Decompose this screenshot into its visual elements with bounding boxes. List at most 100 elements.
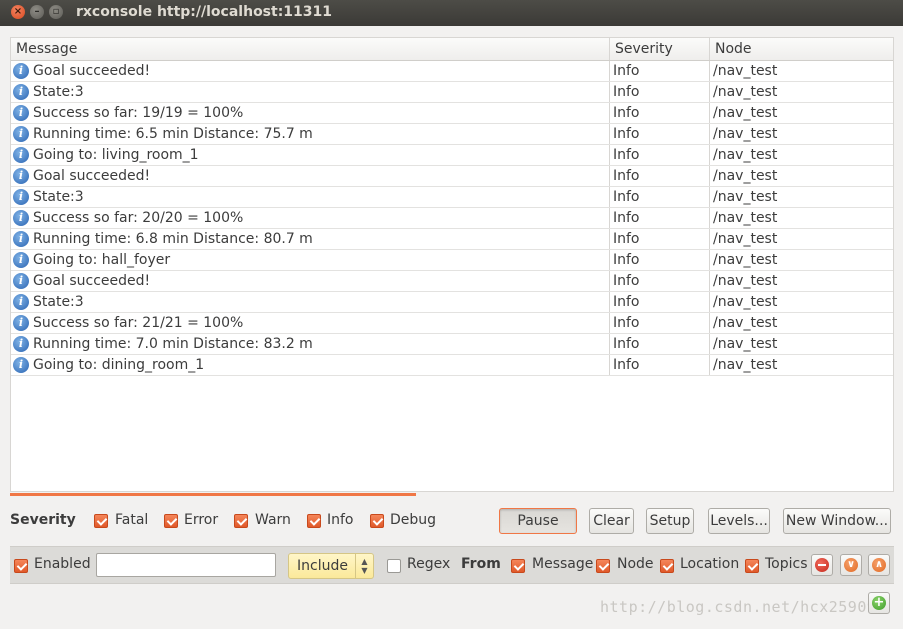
column-header-severity[interactable]: Severity (609, 38, 709, 60)
info-icon: i (13, 84, 29, 100)
row-message: Success so far: 20/20 = 100% (33, 210, 244, 226)
info-icon: i (13, 294, 29, 310)
table-row[interactable]: i Going to: hall_foyer Info/nav_test (11, 250, 893, 271)
table-row[interactable]: i State:3 Info/nav_test (11, 292, 893, 313)
table-row[interactable]: i Going to: dining_room_1 Info/nav_test (11, 355, 893, 376)
spinner-arrows-icon: ▲ ▼ (355, 554, 373, 578)
clear-button[interactable]: Clear (589, 508, 634, 534)
row-message: State:3 (33, 189, 84, 205)
row-message: Going to: dining_room_1 (33, 357, 205, 373)
splitter-handle[interactable] (10, 493, 416, 496)
levels-button[interactable]: Levels... (708, 508, 770, 534)
table-row[interactable]: i Goal succeeded! Info/nav_test (11, 61, 893, 82)
row-severity: Info (609, 208, 709, 228)
table-row[interactable]: i Running time: 6.5 min Distance: 75.7 m I… (11, 124, 893, 145)
row-message: Success so far: 19/19 = 100% (33, 105, 244, 121)
row-node: /nav_test (709, 145, 893, 165)
table-header: Message Severity Node (11, 38, 893, 61)
column-header-message[interactable]: Message (11, 38, 609, 60)
from-message-label: Message (532, 556, 594, 572)
table-row[interactable]: i State:3 Info/nav_test (11, 187, 893, 208)
row-severity: Info (609, 82, 709, 102)
row-node: /nav_test (709, 82, 893, 102)
new-window-button[interactable]: New Window... (783, 508, 891, 534)
severity-label: Severity (10, 512, 76, 528)
from-node-checkbox[interactable] (596, 559, 610, 573)
move-down-button[interactable]: ∨ (840, 554, 862, 576)
info-icon: i (13, 210, 29, 226)
row-node: /nav_test (709, 271, 893, 291)
info-checkbox[interactable] (307, 514, 321, 528)
table-row[interactable]: i Goal succeeded! Info/nav_test (11, 166, 893, 187)
row-severity: Info (609, 250, 709, 270)
row-message: State:3 (33, 294, 84, 310)
info-icon: i (13, 252, 29, 268)
message-table[interactable]: Message Severity Node i Goal succeeded! In… (10, 37, 894, 492)
table-body: i Goal succeeded! Info/nav_test i State:3 Inf… (11, 61, 893, 376)
row-node: /nav_test (709, 229, 893, 249)
info-icon: i (13, 273, 29, 289)
pause-button[interactable]: Pause (499, 508, 577, 534)
row-node: /nav_test (709, 166, 893, 186)
from-message-checkbox[interactable] (511, 559, 525, 573)
row-severity: Info (609, 145, 709, 165)
from-location-checkbox[interactable] (660, 559, 674, 573)
severity-filter-row: Severity Fatal Error Warn Info Debug Pau… (10, 508, 894, 534)
debug-checkbox[interactable] (370, 514, 384, 528)
minimize-icon[interactable]: – (30, 5, 44, 19)
info-icon: i (13, 168, 29, 184)
table-row[interactable]: i Running time: 6.8 min Distance: 80.7 m I… (11, 229, 893, 250)
maximize-icon[interactable]: ▫ (49, 5, 63, 19)
setup-button[interactable]: Setup (646, 508, 694, 534)
row-node: /nav_test (709, 208, 893, 228)
row-severity: Info (609, 229, 709, 249)
row-severity: Info (609, 124, 709, 144)
warn-label: Warn (255, 512, 291, 528)
row-message: Running time: 6.8 min Distance: 80.7 m (33, 231, 313, 247)
include-exclude-select[interactable]: Include ▲ ▼ (288, 553, 374, 579)
table-row[interactable]: i Success so far: 21/21 = 100% Info/nav_te… (11, 313, 893, 334)
warn-checkbox[interactable] (234, 514, 248, 528)
debug-label: Debug (390, 512, 437, 528)
close-icon[interactable]: × (11, 5, 25, 19)
enabled-checkbox[interactable] (14, 559, 28, 573)
info-icon: i (13, 315, 29, 331)
chevron-down-icon: ∨ (844, 558, 858, 572)
table-row[interactable]: i State:3 Info/nav_test (11, 82, 893, 103)
table-row[interactable]: i Goal succeeded! Info/nav_test (11, 271, 893, 292)
from-node-label: Node (617, 556, 654, 572)
filter-text-input[interactable] (96, 553, 276, 577)
row-node: /nav_test (709, 292, 893, 312)
table-row[interactable]: i Running time: 7.0 min Distance: 83.2 m I… (11, 334, 893, 355)
row-message: Going to: living_room_1 (33, 147, 199, 163)
fatal-checkbox[interactable] (94, 514, 108, 528)
row-message: State:3 (33, 84, 84, 100)
row-node: /nav_test (709, 124, 893, 144)
regex-label: Regex (407, 556, 451, 572)
error-checkbox[interactable] (164, 514, 178, 528)
from-location-label: Location (680, 556, 740, 572)
row-severity: Info (609, 292, 709, 312)
row-node: /nav_test (709, 313, 893, 333)
include-select-value: Include (297, 558, 348, 574)
add-icon: + (872, 595, 886, 610)
move-up-button[interactable]: ∧ (868, 554, 890, 576)
add-filter-button[interactable]: + (868, 592, 890, 614)
fatal-label: Fatal (115, 512, 149, 528)
row-node: /nav_test (709, 250, 893, 270)
remove-icon (815, 558, 829, 572)
table-row[interactable]: i Success so far: 19/19 = 100% Info/nav_te… (11, 103, 893, 124)
table-row[interactable]: i Success so far: 20/20 = 100% Info/nav_te… (11, 208, 893, 229)
row-severity: Info (609, 103, 709, 123)
row-severity: Info (609, 166, 709, 186)
regex-checkbox[interactable] (387, 559, 401, 573)
enabled-label: Enabled (34, 556, 91, 572)
row-node: /nav_test (709, 355, 893, 375)
row-severity: Info (609, 313, 709, 333)
from-topics-checkbox[interactable] (745, 559, 759, 573)
table-row[interactable]: i Going to: living_room_1 Info/nav_test (11, 145, 893, 166)
column-header-node[interactable]: Node (709, 38, 893, 60)
row-message: Success so far: 21/21 = 100% (33, 315, 244, 331)
remove-filter-button[interactable] (811, 554, 833, 576)
row-severity: Info (609, 271, 709, 291)
